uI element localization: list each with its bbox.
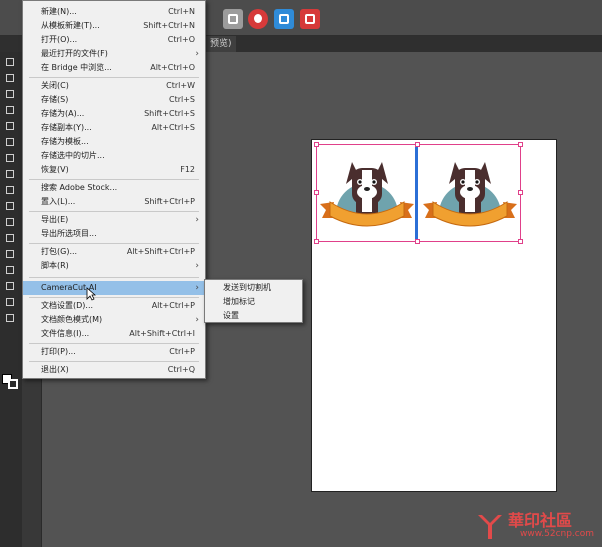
brush-tool-icon[interactable]: [3, 136, 17, 148]
menu-item-browse-bridge[interactable]: 在 Bridge 中浏览... Alt+Ctrl+O: [23, 61, 205, 75]
menu-item-recent-files[interactable]: 最近打开的文件(F) ›: [23, 47, 205, 61]
rotate-tool-icon[interactable]: [3, 152, 17, 164]
selection-handle[interactable]: [518, 142, 523, 147]
menu-item-revert[interactable]: 恢复(V) F12: [23, 163, 205, 177]
zoom-tool-icon[interactable]: [3, 312, 17, 324]
type-tool-icon[interactable]: [3, 104, 17, 116]
menu-item-save-slices[interactable]: 存储选中的切片...: [23, 149, 205, 163]
rectangle-tool-icon[interactable]: [3, 120, 17, 132]
selection-divider: [415, 144, 418, 242]
menu-separator: [29, 343, 199, 344]
pen-tool-icon[interactable]: [3, 88, 17, 100]
chevron-right-icon: ›: [195, 49, 199, 59]
selection-handle[interactable]: [314, 239, 319, 244]
submenu-item-add-marks[interactable]: 增加标记: [205, 295, 302, 309]
menu-item-search-stock[interactable]: 搜索 Adobe Stock...: [23, 181, 205, 195]
selection-handle[interactable]: [314, 142, 319, 147]
slice-tool-icon[interactable]: [3, 280, 17, 292]
menu-separator: [29, 179, 199, 180]
menu-item-save-template[interactable]: 存储为模板...: [23, 135, 205, 149]
menu-item-save-as[interactable]: 存储为(A)... Shift+Ctrl+S: [23, 107, 205, 121]
menu-item-close[interactable]: 关闭(C) Ctrl+W: [23, 79, 205, 93]
submenu-item-send-to-cutter[interactable]: 发送到切割机: [205, 281, 302, 295]
menu-item-exit[interactable]: 退出(X) Ctrl+Q: [23, 363, 205, 377]
menu-item-file-info[interactable]: 文件信息(I)... Alt+Shift+Ctrl+I: [23, 327, 205, 341]
menu-separator: [29, 77, 199, 78]
menu-item-print[interactable]: 打印(P)... Ctrl+P: [23, 345, 205, 359]
watermark-url: www.52cnp.com: [520, 529, 595, 539]
tools-panel: [0, 52, 22, 547]
hand-tool-icon[interactable]: [3, 296, 17, 308]
menu-item-package[interactable]: 打包(G)... Alt+Shift+Ctrl+P: [23, 245, 205, 259]
grid-icon[interactable]: [223, 9, 243, 29]
menu-item-scripts[interactable]: 脚本(R) ›: [23, 259, 205, 273]
menu-item-open[interactable]: 打开(O)... Ctrl+O: [23, 33, 205, 47]
selection-handle[interactable]: [314, 190, 319, 195]
apple-icon[interactable]: [248, 9, 268, 29]
width-tool-icon[interactable]: [3, 184, 17, 196]
menu-item-place[interactable]: 置入(L)... Shift+Ctrl+P: [23, 195, 205, 209]
chevron-right-icon: ›: [195, 215, 199, 225]
hand-pointer-icon[interactable]: [274, 9, 294, 29]
menu-item-new-from-template[interactable]: 从模板新建(T)... Shift+Ctrl+N: [23, 19, 205, 33]
menu-separator: [29, 361, 199, 362]
menu-item-cameracut-ai[interactable]: CameraCut AI ›: [23, 281, 205, 295]
artboard-tool-icon[interactable]: [3, 264, 17, 276]
cameracut-submenu: 发送到切割机 增加标记 设置: [204, 279, 303, 323]
menu-separator: [29, 243, 199, 244]
scale-tool-icon[interactable]: [3, 168, 17, 180]
menu-item-export[interactable]: 导出(E) ›: [23, 213, 205, 227]
menu-separator: [29, 297, 199, 298]
menu-item-save[interactable]: 存储(S) Ctrl+S: [23, 93, 205, 107]
target-icon[interactable]: [300, 9, 320, 29]
watermark: 華印社區 www.52cnp.com: [470, 505, 602, 547]
document-tab[interactable]: 预览): [206, 36, 236, 52]
watermark-logo-icon: [478, 515, 502, 539]
selection-bounding-box[interactable]: [316, 144, 521, 242]
blend-tool-icon[interactable]: [3, 248, 17, 260]
mouse-cursor-icon: [86, 287, 96, 301]
stroke-swatch[interactable]: [8, 379, 18, 389]
chevron-right-icon: ›: [195, 261, 199, 271]
menu-separator: [29, 277, 199, 278]
selection-handle[interactable]: [518, 239, 523, 244]
submenu-item-settings[interactable]: 设置: [205, 309, 302, 323]
file-menu: 新建(N)... Ctrl+N 从模板新建(T)... Shift+Ctrl+N 打…: [22, 0, 206, 379]
chevron-right-icon: ›: [195, 283, 199, 293]
menu-item-save-copy[interactable]: 存储副本(Y)... Alt+Ctrl+S: [23, 121, 205, 135]
selection-handle[interactable]: [415, 239, 420, 244]
menu-item-document-setup[interactable]: 文档设置(D)... Alt+Ctrl+P: [23, 299, 205, 313]
watermark-text: 華印社區: [508, 511, 573, 530]
shape-builder-tool-icon[interactable]: [3, 200, 17, 212]
menu-item-export-selection[interactable]: 导出所选项目...: [23, 227, 205, 241]
selection-handle[interactable]: [415, 142, 420, 147]
menu-item-document-color-mode[interactable]: 文档颜色模式(M) ›: [23, 313, 205, 327]
chevron-right-icon: ›: [195, 315, 199, 325]
selection-tool-icon[interactable]: [3, 56, 17, 68]
eyedropper-tool-icon[interactable]: [3, 232, 17, 244]
magic-wand-tool-icon[interactable]: [3, 72, 17, 84]
menu-separator: [29, 211, 199, 212]
mesh-tool-icon[interactable]: [3, 216, 17, 228]
menu-item-new[interactable]: 新建(N)... Ctrl+N: [23, 5, 205, 19]
selection-handle[interactable]: [518, 190, 523, 195]
